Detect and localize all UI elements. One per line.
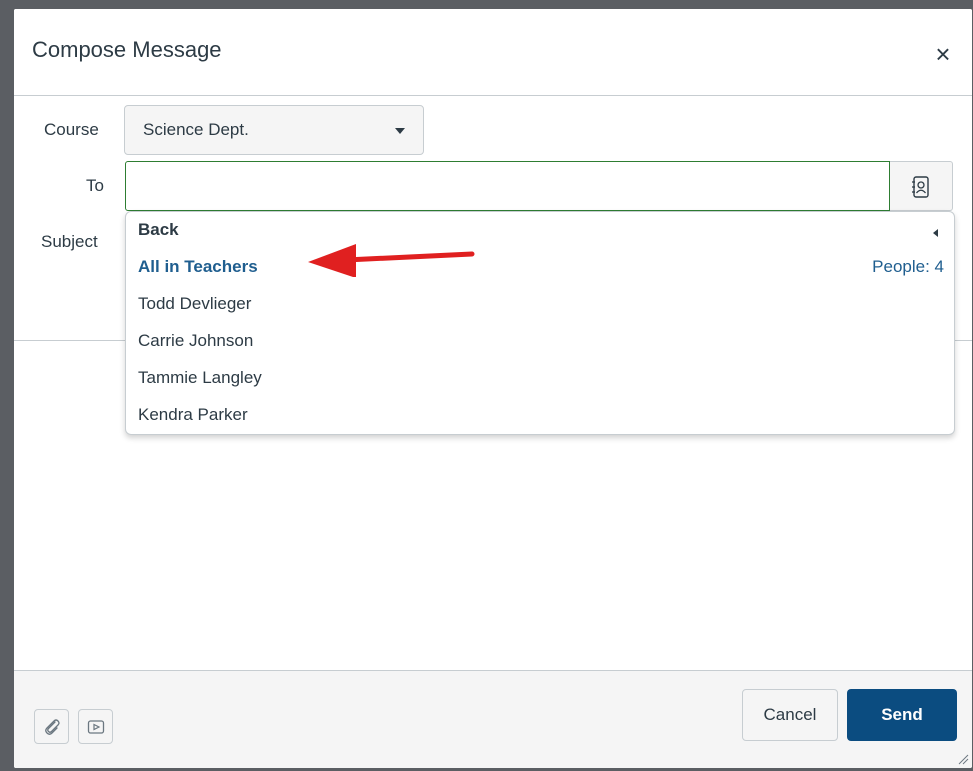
cancel-button[interactable]: Cancel [742,689,838,741]
compose-message-dialog: Compose Message × Course Science Dept. T… [14,9,972,768]
dialog-header: Compose Message × [14,9,972,96]
caret-down-icon [395,128,405,134]
red-arrow-annotation [308,244,475,277]
dropdown-item-person[interactable]: Tammie Langley [138,368,262,388]
dropdown-item-person[interactable]: Todd Devlieger [138,294,251,314]
course-select-value: Science Dept. [143,120,249,139]
paperclip-icon [45,719,60,735]
record-media-button[interactable] [78,709,113,744]
media-icon [87,720,105,734]
close-icon[interactable]: × [932,41,954,67]
subject-label: Subject [41,232,98,251]
dropdown-back-item[interactable]: Back [138,220,179,240]
people-count: People: 4 [872,257,944,276]
to-input[interactable] [125,161,890,211]
dialog-title: Compose Message [32,37,222,62]
course-select[interactable]: Science Dept. [124,105,424,155]
to-label: To [86,176,104,195]
recipient-dropdown: Back All in Teachers People: 4 Todd Devl… [125,211,955,435]
address-book-icon [912,176,929,198]
address-book-button[interactable] [890,161,953,211]
dialog-footer: Cancel Send [14,670,972,768]
course-label: Course [44,120,99,139]
dropdown-item-person[interactable]: Kendra Parker [138,405,248,425]
dropdown-item-person[interactable]: Carrie Johnson [138,331,253,351]
caret-left-icon [933,229,938,237]
resize-grip-icon[interactable] [957,753,969,765]
attach-file-button[interactable] [34,709,69,744]
dropdown-item-all-in-teachers[interactable]: All in Teachers [138,257,258,277]
send-button[interactable]: Send [847,689,957,741]
